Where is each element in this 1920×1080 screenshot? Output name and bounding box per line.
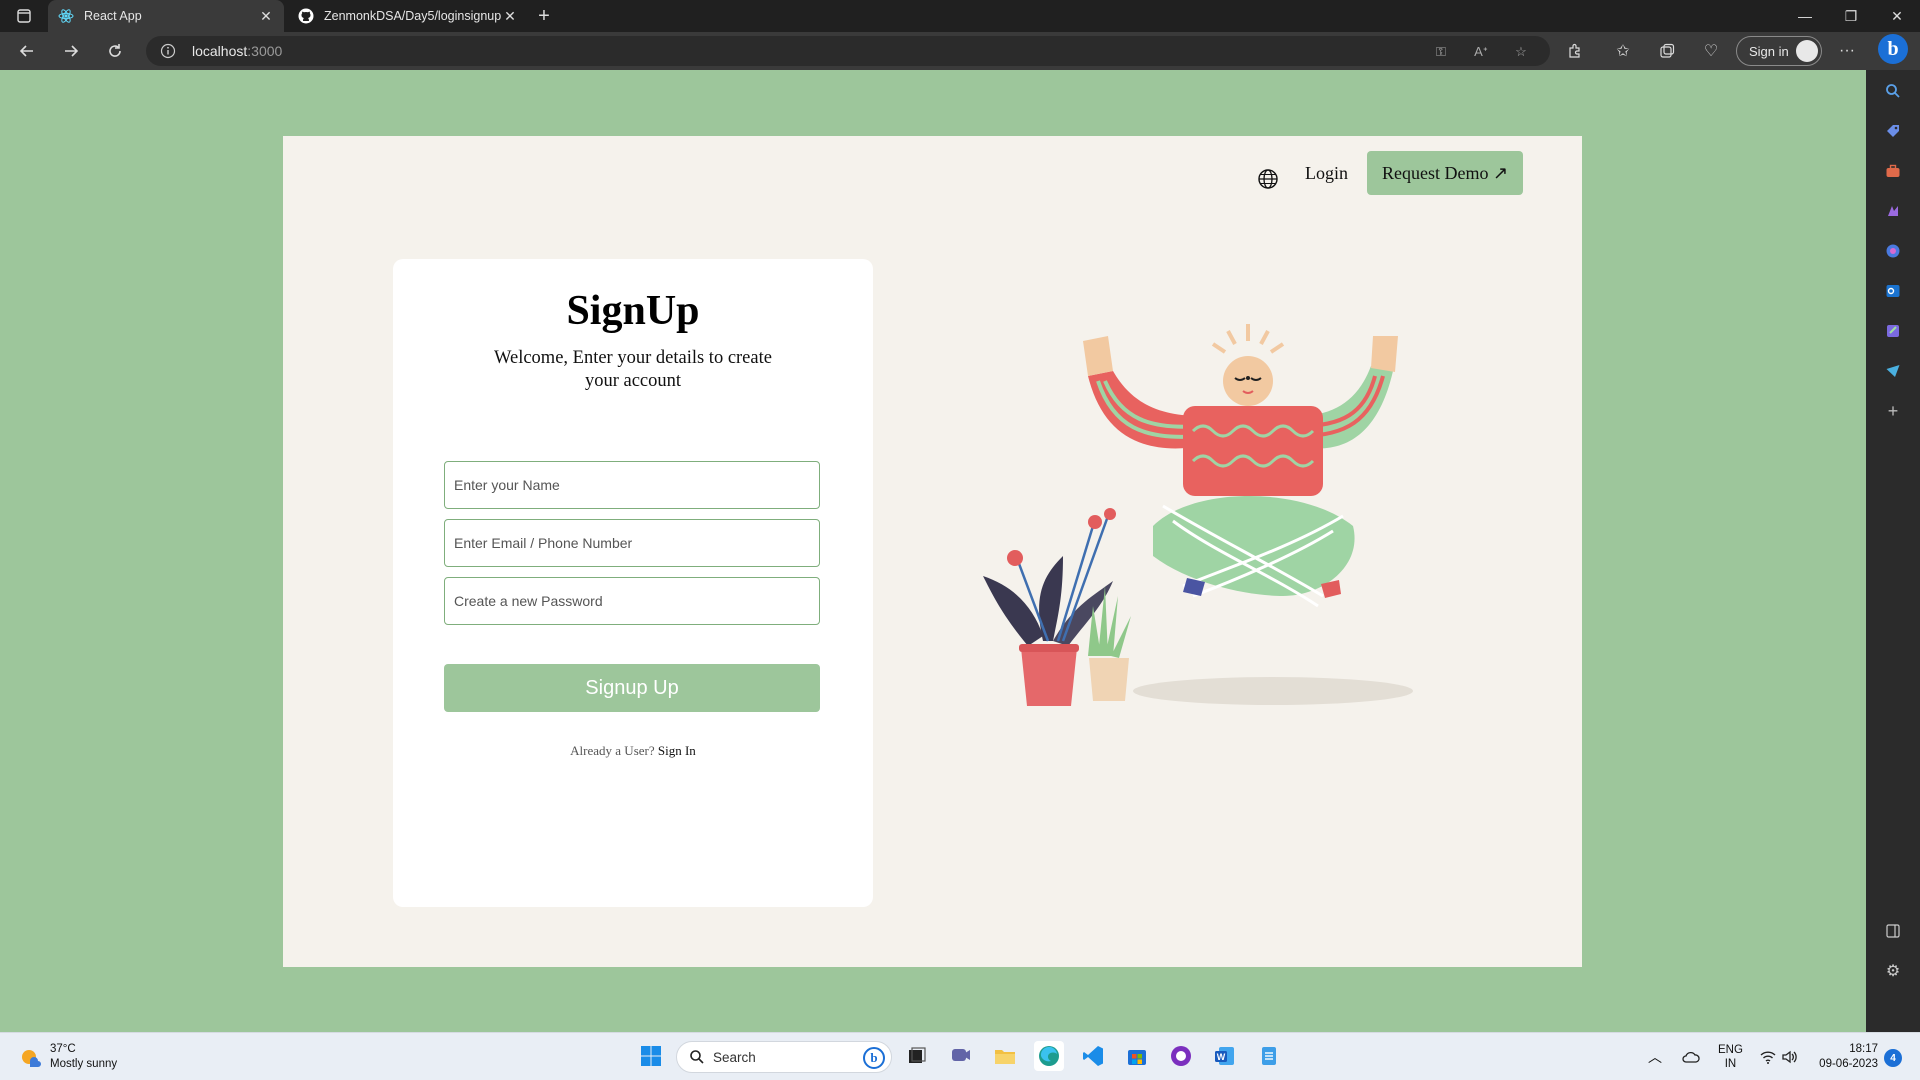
tab-github[interactable]: ZenmonkDSA/Day5/loginsignup ✕ <box>288 0 528 32</box>
new-tab-button[interactable]: + <box>532 4 556 28</box>
start-button[interactable] <box>636 1041 666 1071</box>
key-icon[interactable]: ⚿ <box>1432 43 1450 61</box>
minimize-button[interactable]: — <box>1782 0 1828 32</box>
signup-card: SignUp Welcome, Enter your details to cr… <box>393 259 873 907</box>
extensions-icon[interactable] <box>1564 41 1586 61</box>
search-label: Search <box>713 1049 756 1065</box>
login-link[interactable]: Login <box>1305 163 1348 184</box>
restore-button[interactable]: ❐ <box>1828 0 1874 32</box>
meditating-figure <box>1083 324 1398 608</box>
globe-icon[interactable] <box>1257 168 1279 190</box>
more-options-icon[interactable]: ··· <box>1836 41 1858 61</box>
shopping-tag-icon[interactable] <box>1884 122 1902 140</box>
email-phone-input[interactable] <box>444 519 820 567</box>
search-icon <box>690 1050 704 1064</box>
github-desktop-icon[interactable] <box>1166 1041 1196 1071</box>
tab-strip: React App ✕ ZenmonkDSA/Day5/loginsignup … <box>0 0 1920 32</box>
signin-link[interactable]: Sign In <box>658 743 696 758</box>
tab-actions-button[interactable] <box>10 5 38 27</box>
notification-badge[interactable]: 4 <box>1884 1049 1902 1067</box>
profile-signin-button[interactable]: Sign in <box>1736 36 1822 66</box>
potted-plants <box>983 508 1131 706</box>
arrow-right-icon <box>65 45 79 57</box>
signup-button[interactable]: Signup Up <box>444 664 820 712</box>
task-view-icon[interactable] <box>902 1041 932 1071</box>
address-bar[interactable]: localhost:3000 ⚿ Aᐩ ☆ <box>146 36 1550 66</box>
weather-desc: Mostly sunny <box>50 1058 118 1070</box>
signup-subtitle: Welcome, Enter your details to create yo… <box>494 348 772 391</box>
already-user-text: Already a User? <box>570 743 655 758</box>
password-input[interactable] <box>444 577 820 625</box>
sun-cloud-icon <box>22 1050 41 1067</box>
forward-button[interactable] <box>55 37 87 65</box>
name-input[interactable] <box>444 461 820 509</box>
windows-logo-icon <box>641 1046 661 1066</box>
refresh-icon <box>109 44 121 57</box>
info-icon[interactable] <box>160 43 176 59</box>
page-container: Login Request Demo ↗ SignUp Welcome, Ent… <box>283 136 1582 967</box>
volume-icon[interactable] <box>1782 1033 1798 1080</box>
favorite-star-icon[interactable]: ☆ <box>1512 43 1530 61</box>
refresh-button[interactable] <box>99 37 131 65</box>
windows-taskbar: 37°C Mostly sunny Search b W ︿ ENG IN 18… <box>0 1032 1920 1080</box>
collections-icon[interactable] <box>1656 41 1678 61</box>
close-window-button[interactable]: ✕ <box>1874 0 1920 32</box>
taskbar-search[interactable]: Search b <box>676 1041 892 1073</box>
hide-sidebar-icon[interactable] <box>1884 922 1902 940</box>
tab-title: React App <box>84 9 142 23</box>
request-demo-button[interactable]: Request Demo ↗ <box>1367 151 1523 195</box>
svg-text:W: W <box>1217 1052 1226 1062</box>
games-icon[interactable] <box>1884 202 1902 220</box>
favorites-icon[interactable]: ✩ <box>1612 41 1634 61</box>
settings-gear-icon[interactable]: ⚙ <box>1884 962 1902 980</box>
drop-icon[interactable] <box>1884 322 1902 340</box>
send-icon[interactable] <box>1884 362 1902 380</box>
browser-essentials-icon[interactable]: ♡ <box>1700 41 1722 61</box>
tab-title: ZenmonkDSA/Day5/loginsignup <box>324 9 502 23</box>
bing-icon[interactable]: b <box>863 1047 885 1069</box>
avatar-icon <box>1796 40 1818 62</box>
arrow-left-icon <box>19 45 33 57</box>
system-clock[interactable]: 18:17 09-06-2023 <box>1808 1042 1878 1072</box>
search-icon[interactable] <box>1884 82 1902 100</box>
teams-chat-icon[interactable] <box>946 1041 976 1071</box>
tools-briefcase-icon[interactable] <box>1884 162 1902 180</box>
meditating-person-illustration <box>983 324 1413 706</box>
tab-react-app[interactable]: React App ✕ <box>48 0 284 32</box>
language-indicator[interactable]: ENG IN <box>1718 1033 1743 1080</box>
onedrive-cloud-icon[interactable] <box>1682 1033 1700 1080</box>
wifi-icon[interactable] <box>1760 1033 1776 1080</box>
edge-sidebar: + ⚙ <box>1866 70 1920 1032</box>
show-hidden-icons-chevron-up-icon[interactable]: ︿ <box>1648 1033 1662 1080</box>
read-aloud-icon[interactable]: Aᐩ <box>1472 43 1490 61</box>
weather-widget[interactable]: 37°C Mostly sunny <box>18 1042 117 1072</box>
back-button[interactable] <box>11 37 43 65</box>
notepad-icon[interactable] <box>1254 1041 1284 1071</box>
tab-actions-icon <box>17 9 31 23</box>
add-icon[interactable]: + <box>1884 401 1902 421</box>
tab-close-icon[interactable]: ✕ <box>502 8 518 24</box>
outlook-icon[interactable] <box>1884 282 1902 300</box>
github-logo-icon <box>298 8 314 24</box>
edge-browser-icon[interactable] <box>1034 1041 1064 1071</box>
url-text: localhost:3000 <box>192 43 283 59</box>
already-user-line: Already a User? Sign In <box>393 743 873 759</box>
bing-copilot-button[interactable]: b <box>1878 34 1908 64</box>
browser-toolbar: localhost:3000 ⚿ Aᐩ ☆ ✩ ♡ Sign in ··· <box>0 32 1920 70</box>
page-viewport: Login Request Demo ↗ SignUp Welcome, Ent… <box>0 70 1866 1032</box>
microsoft365-icon[interactable] <box>1884 242 1902 260</box>
weather-temp: 37°C <box>50 1043 76 1055</box>
file-explorer-icon[interactable] <box>990 1041 1020 1071</box>
vscode-icon[interactable] <box>1078 1041 1108 1071</box>
react-logo-icon <box>58 8 74 24</box>
tab-close-icon[interactable]: ✕ <box>258 8 274 24</box>
signup-title: SignUp <box>566 288 700 334</box>
microsoft-store-icon[interactable] <box>1122 1041 1152 1071</box>
word-icon[interactable]: W <box>1210 1041 1240 1071</box>
